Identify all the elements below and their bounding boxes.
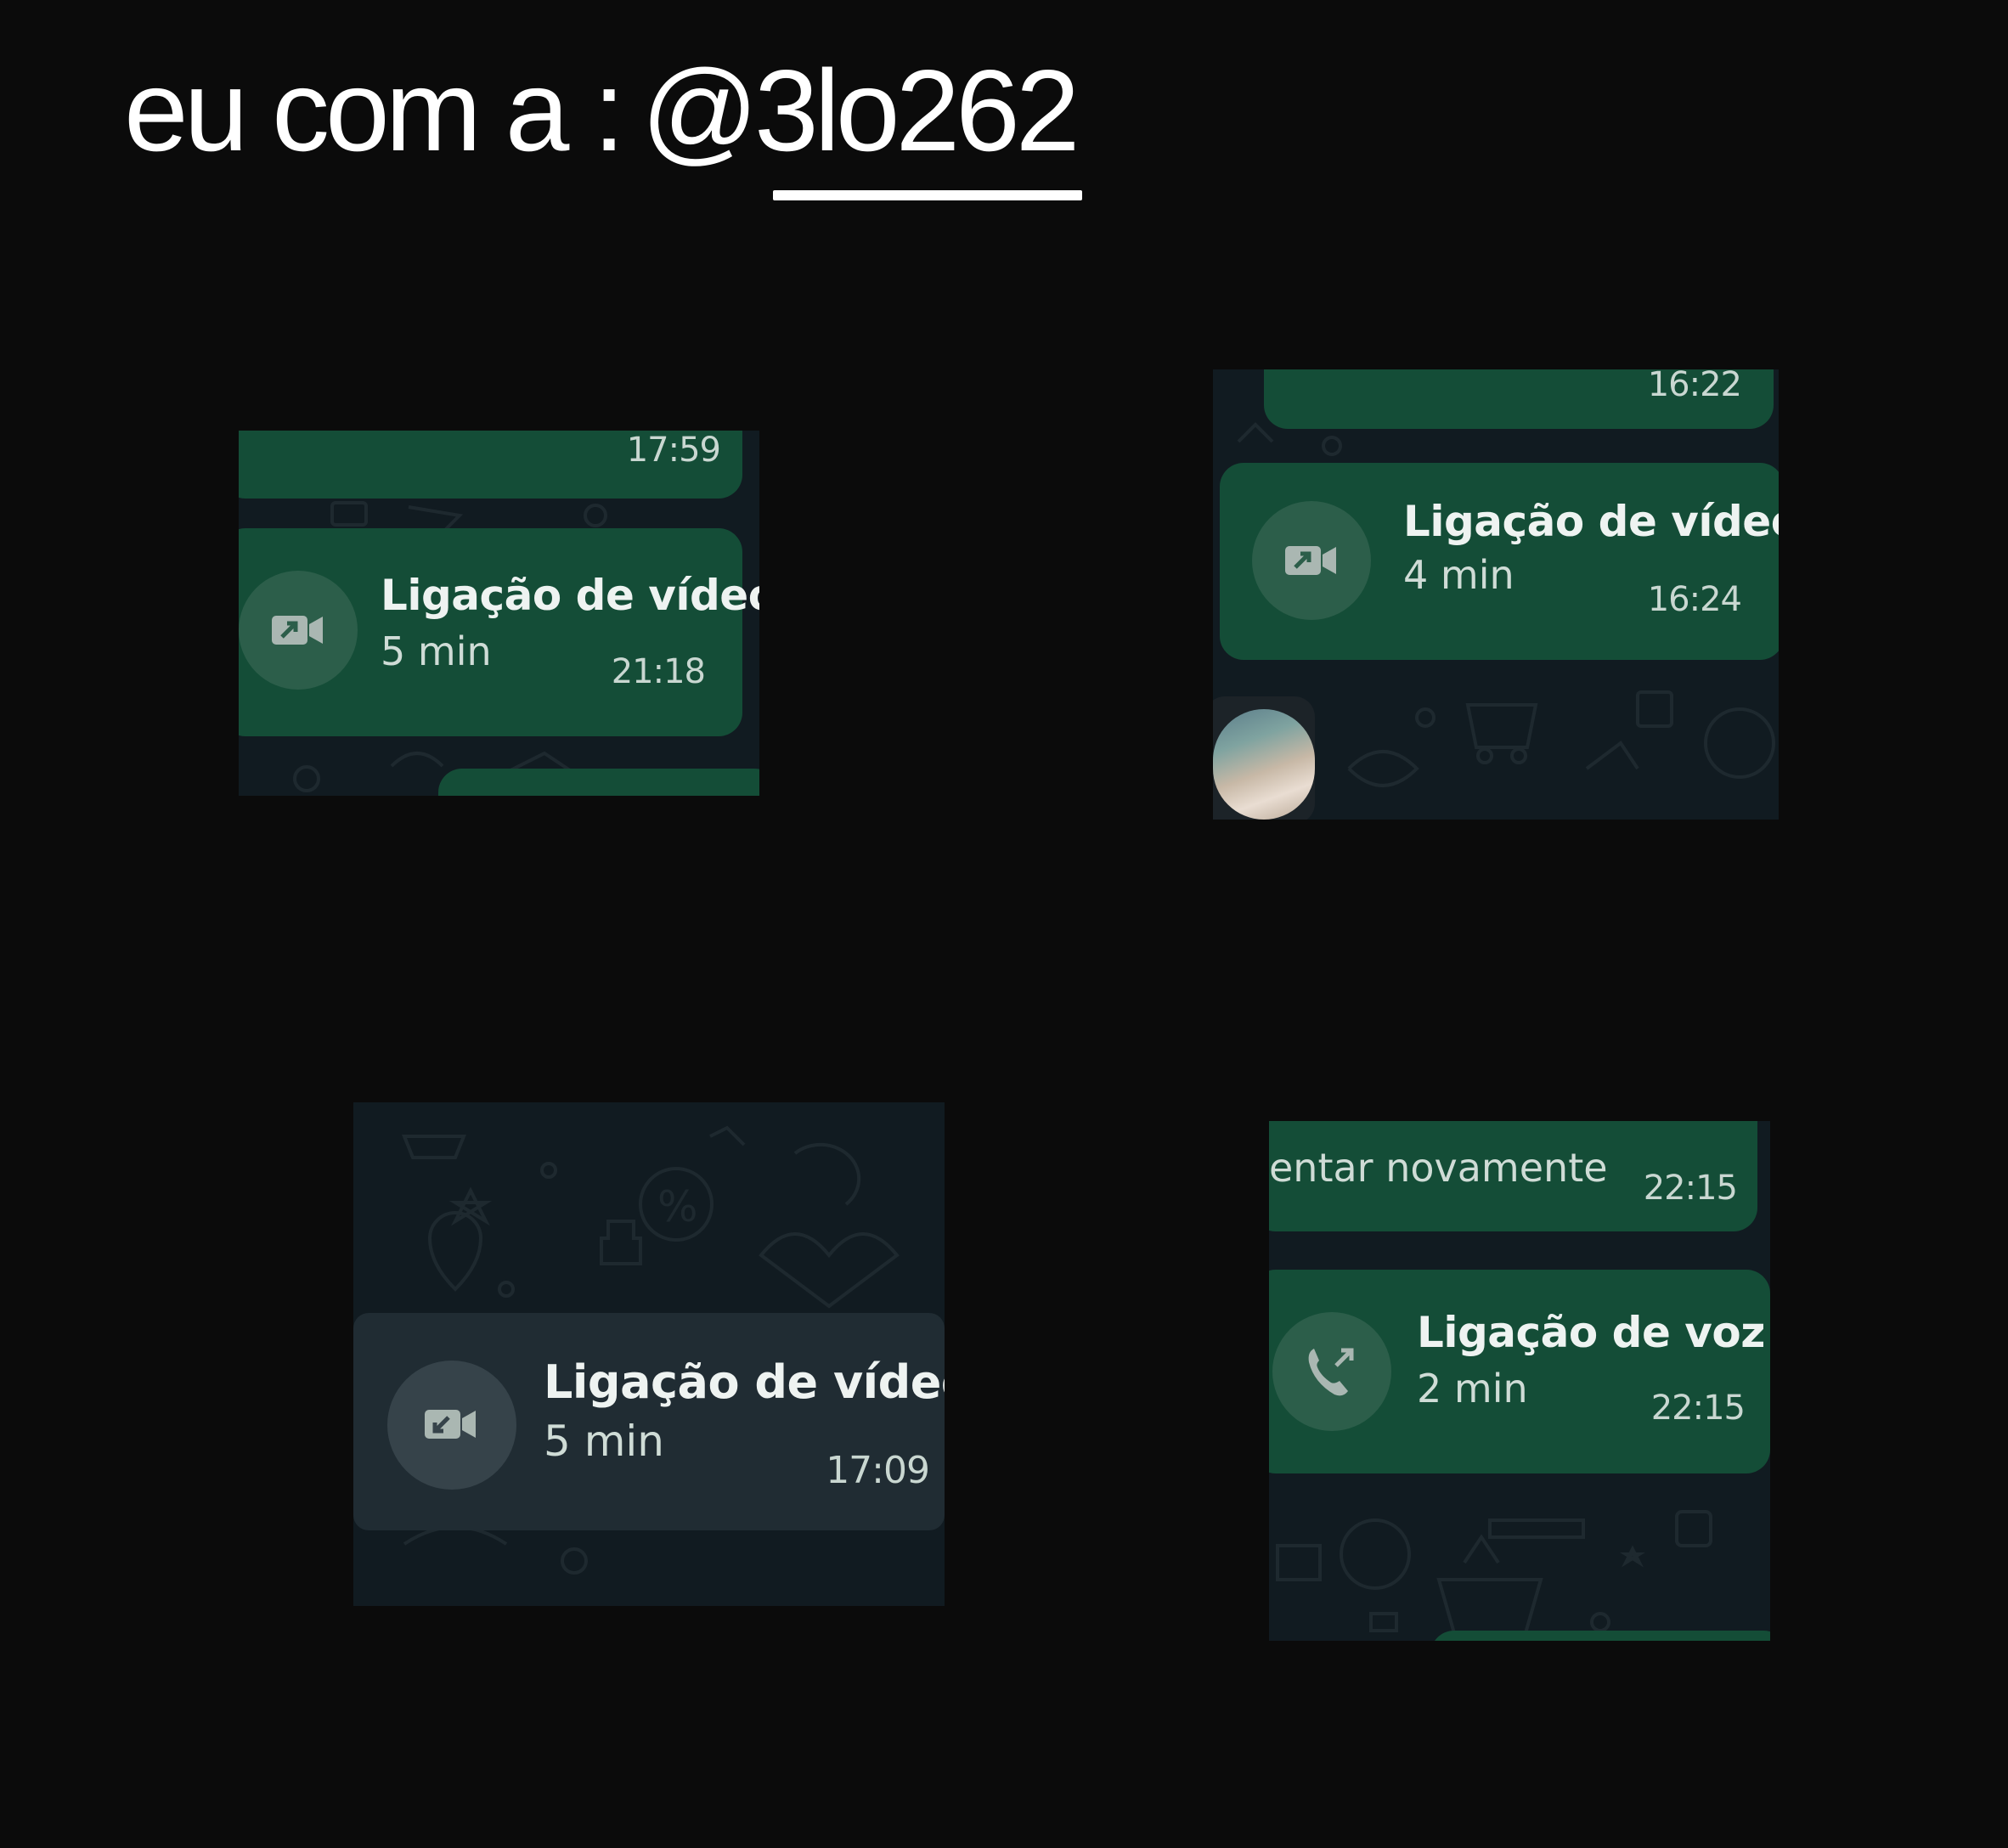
message-time: 17:59 [626,431,721,470]
message-text: entar novamente [1269,1145,1608,1191]
call-duration: 2 min [1417,1366,1528,1411]
video-call-outgoing-icon [1285,546,1336,575]
call-title: Ligação de vídeo [1403,497,1779,546]
previous-message-bubble[interactable]: 17:59 [239,431,742,499]
voice-call-outgoing-icon [1308,1348,1354,1396]
message-time: 22:15 [1643,1169,1738,1208]
call-icon-circle [387,1361,516,1490]
previous-message-bubble[interactable]: 16:22 [1264,369,1774,429]
call-bubble[interactable]: Ligação de vídeo 4 min 16:24 [1220,463,1779,660]
video-call-outgoing-icon [272,616,323,645]
call-duration: 5 min [544,1417,664,1466]
caption-prefix: eu com a : [124,46,625,175]
call-title: Ligação de vídeo [381,571,759,620]
next-message-bubble[interactable] [1430,1631,1770,1641]
chat-crop-bottom-right: entar novamente 22:15 Ligação de voz 2 m… [1269,1121,1770,1641]
call-bubble[interactable]: Ligação de voz 2 min 22:15 [1269,1270,1770,1473]
call-icon-circle [1252,501,1371,620]
previous-message-bubble[interactable]: entar novamente 22:15 [1269,1121,1757,1231]
mention-underline [773,190,1082,200]
call-bubble[interactable]: Ligação de vídeo 5 min 17:09 [353,1313,945,1530]
call-time: 17:09 [826,1449,930,1492]
call-title: Ligação de vídeo [544,1355,945,1409]
call-duration: 5 min [381,628,492,674]
call-bubble[interactable]: Ligação de vídeo 5 min 21:18 [239,528,759,736]
caption: eu com a : @3lo262 [124,34,1080,187]
call-icon-circle [239,571,358,690]
chat-crop-top-left: 17:59 Ligação de vídeo 5 min 21:18 [239,431,759,796]
svg-text:%: % [657,1182,698,1231]
call-title: Ligação de voz [1417,1308,1765,1357]
message-time: 16:22 [1647,369,1742,404]
call-time: 21:18 [611,652,706,691]
page: eu com a : @3lo262 17:59 Ligação de víde… [0,0,2008,1848]
call-icon-circle [1272,1312,1391,1431]
chat-crop-bottom-left: % Ligação de vídeo 5 min 17:09 [353,1102,945,1606]
chat-crop-top-right: 16:22 Ligação de vídeo 4 min 16:24 [1213,369,1779,820]
call-time: 22:15 [1650,1389,1746,1428]
next-message-bubble[interactable] [438,769,759,796]
caption-mention[interactable]: @3lo262 [641,46,1080,175]
call-duration: 4 min [1403,552,1514,598]
video-call-incoming-icon [425,1410,476,1439]
contact-avatar[interactable] [1213,709,1315,820]
call-time: 16:24 [1647,580,1742,619]
